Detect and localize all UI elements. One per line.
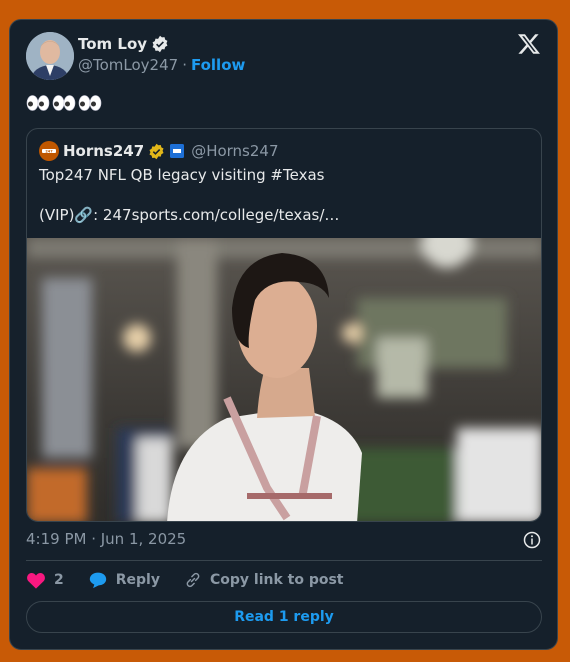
reply-label: Reply bbox=[115, 572, 160, 588]
eyes-emoji-icon bbox=[78, 95, 102, 111]
read-replies-button[interactable]: Read 1 reply bbox=[26, 601, 542, 633]
reply-button[interactable]: Reply bbox=[88, 571, 160, 589]
eyes-emoji-icon bbox=[26, 95, 50, 111]
reply-bubble-icon bbox=[89, 572, 106, 589]
eyes-emoji-icon bbox=[52, 95, 76, 111]
author-name[interactable]: Tom Loy bbox=[78, 35, 147, 53]
author-handle[interactable]: @TomLoy247 bbox=[78, 56, 178, 74]
info-icon[interactable] bbox=[523, 531, 541, 549]
quoted-author-name[interactable]: Horns247 bbox=[63, 142, 144, 160]
quoted-author-handle[interactable]: @Horns247 bbox=[191, 142, 278, 160]
affiliate-badge-icon bbox=[170, 144, 185, 158]
follow-link[interactable]: Follow bbox=[191, 56, 245, 74]
verified-badge-icon bbox=[152, 35, 168, 53]
tweet-timestamp[interactable]: 4:19 PM · Jun 1, 2025 bbox=[26, 530, 186, 548]
read-replies-label: Read 1 reply bbox=[234, 609, 334, 625]
copy-link-label: Copy link to post bbox=[209, 572, 344, 588]
quoted-tweet-photo[interactable] bbox=[27, 238, 542, 522]
like-count: 2 bbox=[54, 572, 64, 588]
heart-icon bbox=[27, 572, 45, 589]
link-icon bbox=[186, 572, 200, 588]
quoted-tweet[interactable]: 247 Horns247 @Horns247 Top247 NFL QB leg… bbox=[26, 128, 542, 522]
action-bar: 2 Reply Copy link to post bbox=[26, 571, 368, 589]
like-button[interactable]: 2 bbox=[26, 571, 64, 589]
x-logo-icon[interactable] bbox=[517, 32, 541, 56]
horns247-avatar-icon[interactable]: 247 bbox=[39, 141, 59, 161]
divider bbox=[26, 560, 542, 561]
copy-link-button[interactable]: Copy link to post bbox=[184, 571, 344, 589]
author-avatar[interactable] bbox=[26, 32, 74, 80]
embedded-tweet-card: Tom Loy @TomLoy247 · Follow 👀👀👀 bbox=[9, 19, 558, 650]
quoted-tweet-text-line1: Top247 NFL QB legacy visiting #Texas bbox=[39, 166, 325, 184]
gold-verified-badge-icon bbox=[149, 143, 164, 159]
tweet-text: 👀👀👀 bbox=[26, 94, 102, 112]
svg-text:247: 247 bbox=[45, 149, 53, 153]
quoted-tweet-text-line2: (VIP)🔗: 247sports.com/college/texas/… bbox=[39, 206, 340, 224]
handle-separator: · bbox=[182, 56, 187, 74]
